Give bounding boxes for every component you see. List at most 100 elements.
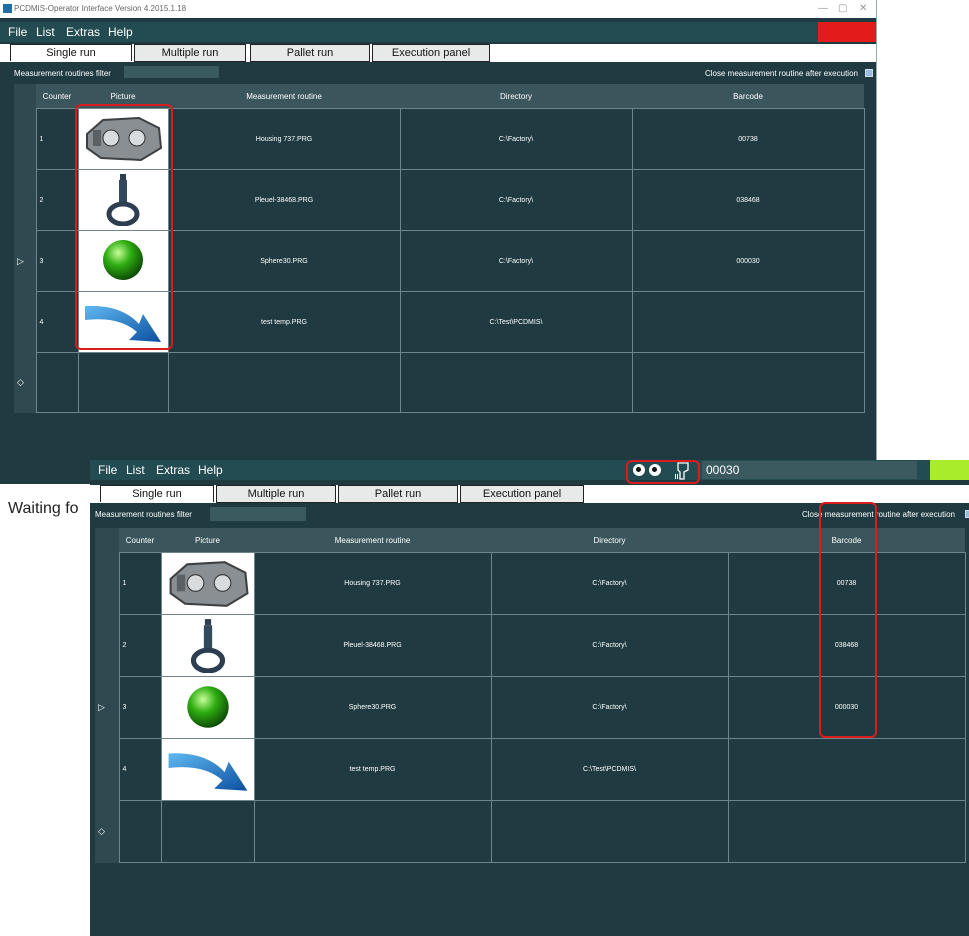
row-header[interactable] bbox=[14, 108, 36, 170]
row-header-current[interactable]: ▷ bbox=[14, 230, 36, 292]
close-after-execution-checkbox[interactable] bbox=[965, 510, 969, 518]
barcode-scanner-icon[interactable] bbox=[674, 462, 692, 485]
menu-list[interactable]: List bbox=[36, 22, 55, 42]
tab-single-run[interactable]: Single run bbox=[100, 485, 214, 502]
tab-execution-panel[interactable]: Execution panel bbox=[460, 485, 584, 503]
menu-file[interactable]: File bbox=[8, 22, 27, 42]
close-after-execution-checkbox[interactable] bbox=[865, 69, 873, 77]
counter-cell: 4 bbox=[118, 738, 162, 801]
blue-arrow-image bbox=[160, 738, 255, 801]
col-directory[interactable]: Directory bbox=[400, 84, 632, 109]
tab-bar: Single run Multiple run Pallet run Execu… bbox=[0, 44, 876, 62]
barcode-cell: 000030 bbox=[631, 230, 865, 292]
barcode-cell bbox=[727, 800, 966, 863]
status-text: Waiting fo bbox=[8, 500, 79, 517]
menu-list[interactable]: List bbox=[126, 460, 145, 480]
menu-bar: File List Extras Help bbox=[0, 22, 876, 42]
routine-cell: test temp.PRG bbox=[167, 291, 401, 353]
directory-cell: C:\Factory\ bbox=[490, 552, 729, 615]
col-barcode[interactable]: Barcode bbox=[632, 84, 864, 109]
close-after-execution-label: Close measurement routine after executio… bbox=[705, 69, 858, 78]
directory-cell: C:\Factory\ bbox=[399, 230, 633, 292]
directory-cell: C:\Factory\ bbox=[399, 169, 633, 231]
operator-window-front: File List Extras Help 00030 Single run M… bbox=[90, 460, 969, 936]
row-header-current[interactable]: ▷ bbox=[95, 676, 119, 739]
routine-cell: Housing 737.PRG bbox=[167, 108, 401, 170]
col-routine[interactable]: Measurement routine bbox=[168, 84, 400, 109]
menu-help[interactable]: Help bbox=[108, 22, 133, 42]
table-row-new[interactable]: ◇ bbox=[95, 800, 966, 863]
menu-bar: File List Extras Help 00030 bbox=[90, 460, 969, 484]
routine-cell: Sphere30.PRG bbox=[167, 230, 401, 292]
picture-cell-empty bbox=[77, 352, 169, 413]
tab-pallet-run[interactable]: Pallet run bbox=[338, 485, 458, 503]
col-routine[interactable]: Measurement routine bbox=[254, 528, 491, 553]
window-title: PCDMIS-Operator Interface Version 4.2015… bbox=[14, 4, 187, 13]
tab-execution-panel[interactable]: Execution panel bbox=[372, 44, 490, 62]
connecting-rod-image bbox=[160, 614, 255, 677]
row-header[interactable] bbox=[95, 614, 119, 677]
picture-cell-empty bbox=[160, 800, 255, 863]
highlight-barcodes bbox=[819, 502, 877, 738]
table-row-new[interactable]: ◇ bbox=[14, 352, 865, 413]
tab-pallet-run[interactable]: Pallet run bbox=[250, 44, 370, 62]
minimize-button[interactable]: — bbox=[818, 0, 828, 18]
counter-cell: 1 bbox=[35, 108, 79, 170]
col-counter[interactable]: Counter bbox=[119, 528, 161, 553]
menu-extras[interactable]: Extras bbox=[156, 460, 190, 480]
tab-single-run[interactable]: Single run bbox=[10, 44, 132, 61]
app-icon bbox=[3, 4, 12, 13]
row-header-new[interactable]: ◇ bbox=[14, 352, 36, 413]
status-indicator-green bbox=[930, 460, 969, 480]
table-row[interactable]: 4 test temp.PRG C:\Test\PCDMIS\ bbox=[95, 738, 966, 801]
menu-help[interactable]: Help bbox=[198, 460, 223, 480]
routine-cell bbox=[253, 800, 492, 863]
directory-cell: C:\Factory\ bbox=[490, 614, 729, 677]
tab-multiple-run[interactable]: Multiple run bbox=[216, 485, 336, 503]
directory-cell bbox=[399, 352, 633, 413]
barcode-cell: 038468 bbox=[631, 169, 865, 231]
filter-label: Measurement routines filter bbox=[14, 69, 111, 78]
row-header[interactable] bbox=[95, 738, 119, 801]
routine-cell: test temp.PRG bbox=[253, 738, 492, 801]
row-header[interactable] bbox=[14, 169, 36, 231]
row-header[interactable] bbox=[14, 291, 36, 353]
highlight-pictures bbox=[75, 104, 173, 350]
routine-cell: Housing 737.PRG bbox=[253, 552, 492, 615]
row-header-new[interactable]: ◇ bbox=[95, 800, 119, 863]
housing-image bbox=[160, 552, 255, 615]
routine-cell: Sphere30.PRG bbox=[253, 676, 492, 739]
green-sphere-image bbox=[160, 676, 255, 739]
counter-cell bbox=[118, 800, 162, 863]
counter-cell bbox=[35, 352, 79, 413]
title-bar: PCDMIS-Operator Interface Version 4.2015… bbox=[0, 0, 876, 18]
menu-extras[interactable]: Extras bbox=[66, 22, 100, 42]
col-directory[interactable]: Directory bbox=[491, 528, 728, 553]
directory-cell: C:\Factory\ bbox=[399, 108, 633, 170]
routine-cell bbox=[167, 352, 401, 413]
counter-cell: 2 bbox=[118, 614, 162, 677]
barcode-cell: 00738 bbox=[631, 108, 865, 170]
filter-input[interactable] bbox=[124, 66, 219, 78]
barcode-cell bbox=[631, 352, 865, 413]
close-button[interactable]: ✕ bbox=[859, 0, 867, 18]
routine-cell: Pleuel-38468.PRG bbox=[253, 614, 492, 677]
directory-cell bbox=[490, 800, 729, 863]
monitor-eye-icon[interactable] bbox=[633, 464, 645, 476]
monitor-eye-icon[interactable] bbox=[649, 464, 661, 476]
directory-cell: C:\Factory\ bbox=[490, 676, 729, 739]
tab-multiple-run[interactable]: Multiple run bbox=[134, 44, 246, 62]
counter-cell: 3 bbox=[118, 676, 162, 739]
barcode-input[interactable]: 00030 bbox=[702, 461, 917, 479]
counter-cell: 2 bbox=[35, 169, 79, 231]
row-header[interactable] bbox=[95, 552, 119, 615]
row-header-corner bbox=[95, 528, 119, 553]
restore-button[interactable]: ▢ bbox=[838, 0, 847, 18]
status-indicator-red bbox=[818, 22, 876, 42]
filter-input[interactable] bbox=[210, 507, 306, 521]
col-picture[interactable]: Picture bbox=[161, 528, 254, 553]
counter-cell: 4 bbox=[35, 291, 79, 353]
col-counter[interactable]: Counter bbox=[36, 84, 78, 109]
menu-file[interactable]: File bbox=[98, 460, 117, 480]
barcode-cell bbox=[631, 291, 865, 353]
